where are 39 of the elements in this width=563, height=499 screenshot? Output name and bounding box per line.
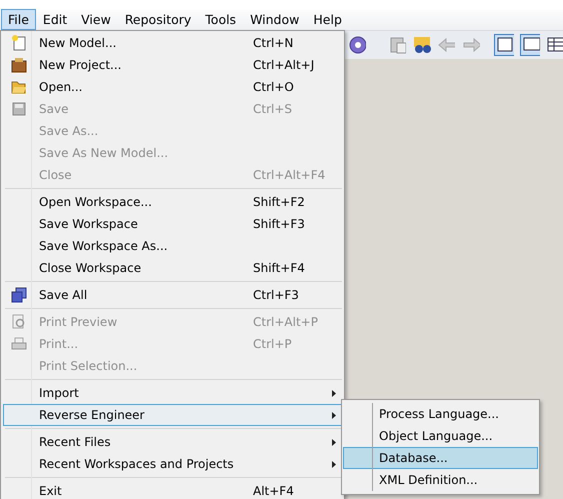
menu-item[interactable]: Open... Ctrl+O xyxy=(3,76,342,98)
menu-title[interactable]: Edit xyxy=(36,9,74,30)
print-preview-icon xyxy=(11,314,27,330)
menu-title[interactable]: Repository xyxy=(118,9,198,30)
submenu-arrow-icon xyxy=(332,390,336,397)
menu-item[interactable]: Reverse Engineer xyxy=(3,404,342,426)
help-icon[interactable] xyxy=(347,35,366,55)
submenu-item[interactable]: Process Language... xyxy=(343,403,538,425)
menu-title[interactable]: Tools xyxy=(198,9,244,30)
menu-title[interactable]: Window xyxy=(243,9,306,30)
binoculars-icon[interactable] xyxy=(412,35,431,55)
menu-item[interactable]: Recent Files xyxy=(3,431,342,453)
open-folder-icon xyxy=(11,79,27,95)
new-document-icon xyxy=(11,35,27,51)
submenu-arrow-icon xyxy=(332,412,336,419)
menu-item[interactable]: Save All Ctrl+F3 xyxy=(3,284,342,306)
menu-item[interactable]: Import xyxy=(3,382,342,404)
menu-item[interactable]: Recent Workspaces and Projects xyxy=(3,453,342,475)
submenu-arrow-icon xyxy=(332,461,336,468)
menu-item[interactable]: Save Workspace As... xyxy=(3,235,342,257)
output-window-icon[interactable] xyxy=(520,34,540,56)
menu-item[interactable]: New Model... Ctrl+N xyxy=(3,32,342,54)
menu-item[interactable]: New Project... Ctrl+Alt+J xyxy=(3,54,342,76)
menu-item[interactable]: Exit Alt+F4 xyxy=(3,480,342,499)
save-all-icon xyxy=(11,287,27,303)
save-icon xyxy=(11,101,27,117)
menu-item[interactable]: Close Workspace Shift+F4 xyxy=(3,257,342,279)
briefcase-icon xyxy=(11,57,27,73)
menu-item[interactable]: Save Workspace Shift+F3 xyxy=(3,213,342,235)
submenu-item[interactable]: Database... xyxy=(343,447,538,469)
submenu-item[interactable]: XML Definition... xyxy=(343,469,538,491)
menu-title[interactable]: File xyxy=(1,9,36,30)
printer-icon xyxy=(11,336,27,352)
menu-title[interactable]: View xyxy=(74,9,118,30)
submenu-arrow-icon xyxy=(332,439,336,446)
menu-title[interactable]: Help xyxy=(306,9,349,30)
menu-item[interactable]: Open Workspace... Shift+F2 xyxy=(3,191,342,213)
preview-window-icon[interactable] xyxy=(494,34,514,56)
submenu-item[interactable]: Object Language... xyxy=(343,425,538,447)
